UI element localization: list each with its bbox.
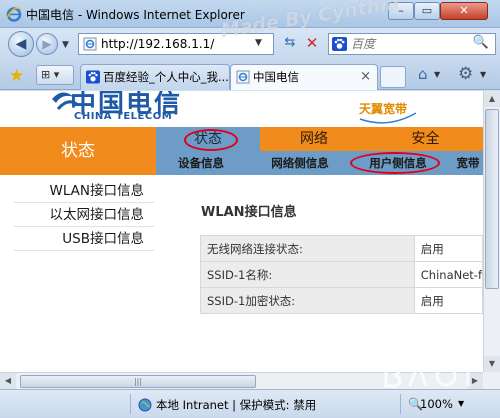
baidu-paw-icon — [86, 70, 100, 84]
search-box[interactable]: 🔍 — [328, 33, 496, 55]
nav-network[interactable]: 网络 — [264, 127, 364, 151]
page-viewport: 中国电信 CHINA TELECOM 天翼宽带 状态 状态 网络 安全 设备信息… — [0, 91, 483, 372]
search-icon[interactable]: 🔍 — [469, 35, 493, 53]
tab-china-telecom[interactable]: 中国电信 × — [230, 64, 378, 90]
row-label: SSID-1加密状态: — [200, 287, 415, 314]
security-zone-text[interactable]: 本地 Intranet | 保护模式: 禁用 — [156, 397, 316, 413]
menu-usb-info[interactable]: USB接口信息 — [14, 227, 154, 251]
address-dropdown[interactable]: ▼ — [255, 38, 262, 48]
close-tab-icon[interactable]: × — [360, 65, 371, 89]
row-label: SSID-1名称: — [200, 261, 415, 288]
scroll-up-arrow-icon[interactable]: ▲ — [484, 91, 500, 107]
tab-label: 百度经验_个人中心_我... — [103, 70, 229, 84]
menu-ethernet-info[interactable]: 以太网接口信息 — [14, 203, 154, 227]
scroll-left-arrow-icon[interactable]: ◀ — [0, 373, 16, 389]
intranet-globe-icon — [138, 398, 152, 412]
row-value: 启用 — [413, 235, 483, 262]
home-dropdown[interactable]: ▼ — [434, 70, 440, 79]
tab-baidu-jingyan[interactable]: 百度经验_个人中心_我... — [80, 64, 230, 90]
highlight-ellipse-user-side — [350, 152, 440, 174]
row-value: 启用 — [413, 287, 483, 314]
table-row: SSID-1名称: ChinaNet-f — [200, 261, 483, 288]
refresh-button[interactable]: ⇆ — [280, 35, 300, 53]
baidu-watermark-logo-icon — [384, 359, 472, 388]
left-menu: WLAN接口信息 以太网接口信息 USB接口信息 — [0, 175, 156, 372]
favorites-star-icon[interactable]: ★ — [9, 66, 24, 86]
url-input[interactable] — [101, 36, 231, 52]
tools-gear-icon[interactable]: ⚙ — [458, 64, 473, 84]
home-icon[interactable]: ⌂ — [418, 65, 428, 83]
search-input[interactable] — [351, 36, 471, 52]
subnav-device-info[interactable]: 设备信息 — [156, 151, 246, 175]
section-side-title: 状态 — [0, 127, 156, 175]
window-title: 中国电信 - Windows Internet Explorer — [26, 8, 245, 22]
back-button[interactable]: ◀ — [8, 31, 34, 57]
tab-label: 中国电信 — [253, 70, 299, 84]
wlan-info-table: 无线网络连接状态: 启用 SSID-1名称: ChinaNet-f SSID-1… — [200, 235, 483, 314]
recent-pages-dropdown[interactable]: ▼ — [62, 40, 69, 50]
subnav-network-side-info[interactable]: 网络侧信息 — [252, 151, 348, 175]
new-tab-button[interactable] — [380, 66, 406, 88]
row-label: 无线网络连接状态: — [200, 235, 415, 262]
baidu-paw-icon — [332, 37, 347, 51]
page-icon — [83, 37, 97, 51]
ie-logo-icon — [6, 7, 22, 22]
page-header: 中国电信 CHINA TELECOM 天翼宽带 — [0, 91, 483, 127]
status-separator — [130, 394, 131, 414]
brand-name-en: CHINA TELECOM — [74, 111, 173, 122]
menu-wlan-info[interactable]: WLAN接口信息 — [14, 179, 154, 203]
quick-tabs-button[interactable]: ⊞ ▾ — [36, 65, 74, 85]
maximize-button[interactable]: ▭ — [414, 2, 440, 20]
highlight-ellipse-status — [184, 129, 238, 151]
section-title: WLAN接口信息 — [201, 205, 297, 220]
stop-button[interactable]: ✕ — [302, 34, 322, 54]
horizontal-scroll-thumb[interactable]: ||| — [20, 375, 256, 388]
tab-toolbar: ★ ⊞ ▾ 百度经验_个人中心_我... 中国电信 × ⌂ ▼ ⚙ ▼ — [0, 60, 500, 90]
forward-button[interactable]: ▶ — [36, 33, 58, 55]
subnav-broadband[interactable]: 宽带 — [448, 151, 483, 175]
page-icon — [236, 70, 250, 84]
tools-dropdown[interactable]: ▼ — [480, 70, 486, 79]
tianyi-broadband-label: 天翼宽带 — [359, 102, 408, 116]
table-row: SSID-1加密状态: 启用 — [200, 287, 483, 314]
table-row: 无线网络连接状态: 启用 — [200, 235, 483, 262]
vertical-scrollbar[interactable]: ▲ ▼ — [483, 91, 500, 372]
close-window-button[interactable]: ✕ — [440, 2, 488, 20]
vertical-scroll-thumb[interactable] — [485, 109, 499, 289]
nav-security[interactable]: 安全 — [368, 127, 483, 151]
row-value: ChinaNet-f — [413, 261, 483, 288]
